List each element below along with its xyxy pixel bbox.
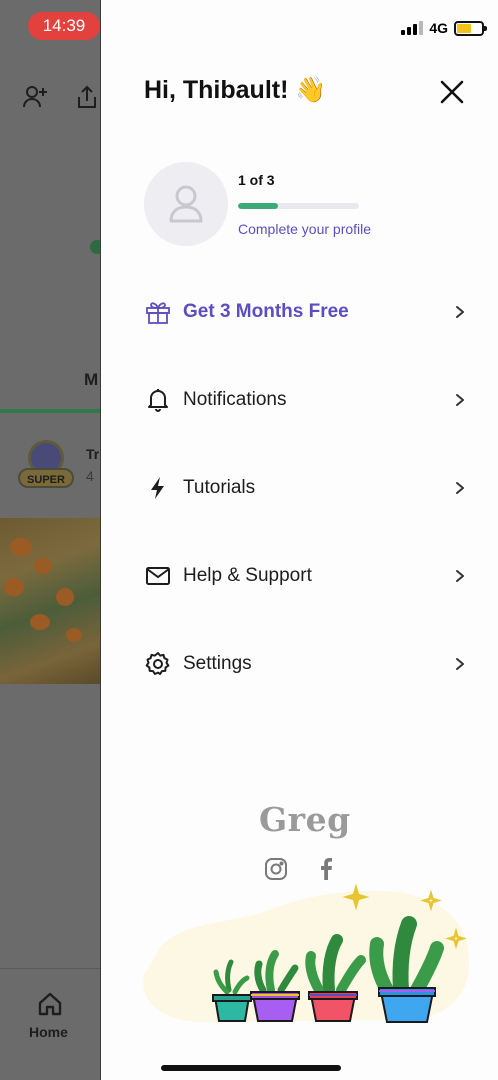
add-friend-icon bbox=[22, 84, 48, 115]
background-row-subtitle: 4 bbox=[86, 468, 94, 484]
background-app: 14:39 M SUPER Tr 4 Home bbox=[0, 0, 100, 1080]
profile-progress-bar bbox=[238, 203, 359, 209]
home-tab-label: Home bbox=[29, 1024, 68, 1040]
complete-profile-link[interactable]: Complete your profile bbox=[238, 221, 371, 237]
menu-item-tutorials[interactable]: Tutorials bbox=[144, 466, 466, 510]
close-button[interactable] bbox=[440, 80, 464, 104]
menu-label: Tutorials bbox=[183, 477, 256, 498]
menu-item-get-3-months-free[interactable]: Get 3 Months Free bbox=[144, 290, 466, 334]
home-icon bbox=[36, 990, 64, 1023]
badge-label: SUPER bbox=[18, 468, 74, 488]
background-dot bbox=[90, 240, 100, 254]
battery-icon bbox=[454, 20, 487, 36]
background-tab-label: M bbox=[84, 370, 99, 389]
background-row-title: Tr bbox=[86, 446, 100, 462]
greeting-title: Hi, Thibault! 👋 bbox=[144, 76, 327, 104]
avatar[interactable] bbox=[144, 162, 228, 246]
status-time: 14:39 bbox=[28, 12, 100, 40]
share-icon bbox=[74, 84, 100, 115]
chevron-right-icon bbox=[456, 482, 464, 494]
menu-item-help-support[interactable]: Help & Support bbox=[144, 554, 466, 598]
mail-icon bbox=[144, 562, 172, 590]
menu-label: Notifications bbox=[183, 389, 287, 410]
profile-progress-fill bbox=[238, 203, 278, 209]
chevron-right-icon bbox=[456, 570, 464, 582]
close-icon bbox=[440, 80, 464, 104]
home-indicator[interactable] bbox=[161, 1065, 341, 1071]
menu-label: Get 3 Months Free bbox=[183, 301, 349, 322]
user-icon bbox=[169, 185, 203, 223]
instagram-icon bbox=[265, 858, 287, 880]
status-indicators: 4G bbox=[401, 20, 487, 36]
signal-icon bbox=[401, 21, 424, 35]
facebook-button[interactable] bbox=[313, 856, 339, 882]
menu-label: Settings bbox=[183, 653, 252, 674]
background-tab-indicator bbox=[0, 409, 100, 413]
tabbar-divider bbox=[0, 968, 100, 969]
facebook-icon bbox=[321, 858, 332, 880]
greg-logo: Greg bbox=[259, 800, 351, 839]
super-badge: SUPER bbox=[18, 440, 74, 492]
lightning-icon bbox=[144, 474, 172, 502]
menu-label: Help & Support bbox=[183, 565, 312, 586]
gear-icon bbox=[144, 650, 172, 678]
side-drawer: 4G Hi, Thibault! 👋 1 of 3 Complete your … bbox=[100, 0, 498, 1080]
bell-icon bbox=[144, 386, 172, 414]
chevron-right-icon bbox=[456, 658, 464, 670]
chevron-right-icon bbox=[456, 394, 464, 406]
plant-photo bbox=[0, 518, 100, 684]
chevron-right-icon bbox=[456, 306, 464, 318]
network-label: 4G bbox=[429, 20, 448, 36]
instagram-button[interactable] bbox=[263, 856, 289, 882]
menu-item-notifications[interactable]: Notifications bbox=[144, 378, 466, 422]
profile-progress-text: 1 of 3 bbox=[238, 172, 275, 188]
plants-illustration bbox=[143, 883, 470, 1023]
gift-icon bbox=[144, 298, 172, 326]
menu-item-settings[interactable]: Settings bbox=[144, 642, 466, 686]
